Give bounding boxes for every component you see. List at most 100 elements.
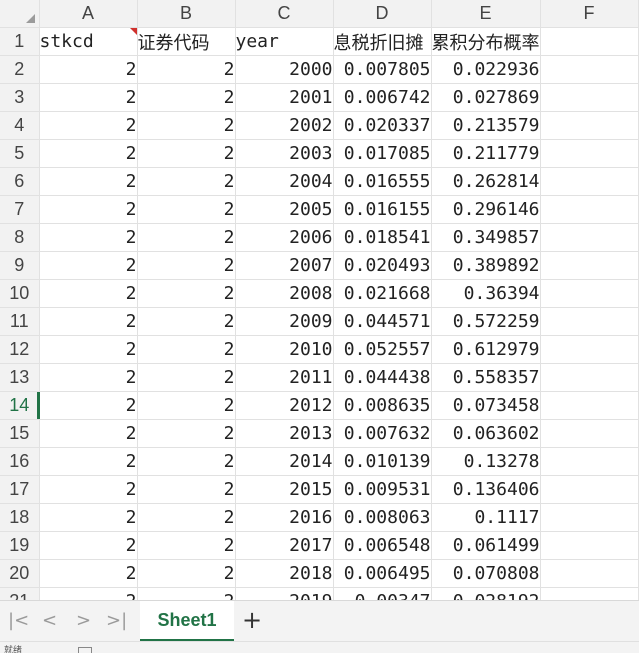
cell-d[interactable]: 0.044438	[333, 363, 432, 392]
row-header[interactable]: 10	[0, 279, 40, 308]
cell-c[interactable]: 2010	[235, 335, 334, 364]
cell-c[interactable]: 2009	[235, 307, 334, 336]
cell-b[interactable]: 2	[137, 475, 236, 504]
cell-b[interactable]: 2	[137, 531, 236, 560]
row-header[interactable]: 7	[0, 195, 40, 224]
cell-a[interactable]: 2	[39, 279, 138, 308]
cell-d[interactable]: 0.006548	[333, 531, 432, 560]
cell-f[interactable]	[540, 335, 639, 364]
cell-d[interactable]: 0.00347	[333, 587, 432, 600]
cell-a[interactable]: 2	[39, 111, 138, 140]
cell-e[interactable]: 0.211779	[431, 139, 541, 168]
cell-d[interactable]: 0.020493	[333, 251, 432, 280]
cell-f[interactable]	[540, 531, 639, 560]
cell-e[interactable]: 0.36394	[431, 279, 541, 308]
cell-f[interactable]	[540, 503, 639, 532]
cell-b[interactable]: 2	[137, 391, 236, 420]
cell-b[interactable]: 2	[137, 559, 236, 588]
cell-a[interactable]: 2	[39, 503, 138, 532]
column-header-b[interactable]: B	[137, 0, 236, 28]
cell-e[interactable]: 0.1117	[431, 503, 541, 532]
cell-e[interactable]: 0.612979	[431, 335, 541, 364]
cell-e[interactable]: 0.136406	[431, 475, 541, 504]
row-header[interactable]: 5	[0, 139, 40, 168]
cell-e[interactable]: 0.022936	[431, 55, 541, 84]
cell-f[interactable]	[540, 251, 639, 280]
cell-b[interactable]: 2	[137, 335, 236, 364]
cell-f[interactable]	[540, 363, 639, 392]
cell-a[interactable]: 2	[39, 55, 138, 84]
row-header[interactable]: 20	[0, 559, 40, 588]
row-header[interactable]: 21	[0, 587, 40, 600]
cell-b1[interactable]: 证券代码	[137, 27, 236, 56]
cell-f[interactable]	[540, 391, 639, 420]
cell-c[interactable]: 2001	[235, 83, 334, 112]
cell-b[interactable]: 2	[137, 223, 236, 252]
row-header[interactable]: 12	[0, 335, 40, 364]
cell-f[interactable]	[540, 223, 639, 252]
cell-d[interactable]: 0.006495	[333, 559, 432, 588]
next-sheet-icon[interactable]: >	[76, 610, 91, 631]
cell-e[interactable]: 0.389892	[431, 251, 541, 280]
row-header[interactable]: 9	[0, 251, 40, 280]
cell-f[interactable]	[540, 587, 639, 600]
cell-b[interactable]: 2	[137, 251, 236, 280]
row-header[interactable]: 2	[0, 55, 40, 84]
cell-e[interactable]: 0.070808	[431, 559, 541, 588]
cell-c[interactable]: 2014	[235, 447, 334, 476]
cell-d[interactable]: 0.008635	[333, 391, 432, 420]
cell-b[interactable]: 2	[137, 139, 236, 168]
cell-e[interactable]: 0.061499	[431, 531, 541, 560]
tab-sheet1[interactable]: Sheet1	[140, 601, 234, 642]
row-header[interactable]: 19	[0, 531, 40, 560]
cell-b[interactable]: 2	[137, 363, 236, 392]
row-header[interactable]: 3	[0, 83, 40, 112]
cell-a[interactable]: 2	[39, 167, 138, 196]
cell-d[interactable]: 0.018541	[333, 223, 432, 252]
row-header[interactable]: 11	[0, 307, 40, 336]
cell-c[interactable]: 2011	[235, 363, 334, 392]
row-header[interactable]: 1	[0, 27, 40, 56]
cell-a[interactable]: 2	[39, 475, 138, 504]
cell-a[interactable]: 2	[39, 363, 138, 392]
cell-d[interactable]: 0.008063	[333, 503, 432, 532]
cell-e[interactable]: 0.558357	[431, 363, 541, 392]
cell-b[interactable]: 2	[137, 307, 236, 336]
cell-e[interactable]: 0.027869	[431, 83, 541, 112]
cell-d[interactable]: 0.006742	[333, 83, 432, 112]
cell-e[interactable]: 0.572259	[431, 307, 541, 336]
cell-d[interactable]: 0.020337	[333, 111, 432, 140]
cell-a[interactable]: 2	[39, 139, 138, 168]
cell-d[interactable]: 0.017085	[333, 139, 432, 168]
cell-f[interactable]	[540, 83, 639, 112]
cell-f[interactable]	[540, 447, 639, 476]
cell-f[interactable]	[540, 279, 639, 308]
cell-c[interactable]: 2013	[235, 419, 334, 448]
cell-a1[interactable]: stkcd	[39, 27, 138, 56]
cell-f[interactable]	[540, 307, 639, 336]
cell-e[interactable]: 0.13278	[431, 447, 541, 476]
cell-c[interactable]: 2015	[235, 475, 334, 504]
cell-d[interactable]: 0.021668	[333, 279, 432, 308]
cell-c[interactable]: 2012	[235, 391, 334, 420]
cell-c[interactable]: 2019	[235, 587, 334, 600]
cell-c[interactable]: 2007	[235, 251, 334, 280]
column-header-c[interactable]: C	[235, 0, 334, 28]
row-header[interactable]: 14	[0, 391, 40, 420]
cell-a[interactable]: 2	[39, 307, 138, 336]
cell-c[interactable]: 2017	[235, 531, 334, 560]
cell-d[interactable]: 0.009531	[333, 475, 432, 504]
cell-c[interactable]: 2000	[235, 55, 334, 84]
cell-f[interactable]	[540, 559, 639, 588]
cell-f1[interactable]	[540, 27, 639, 56]
cell-a[interactable]: 2	[39, 223, 138, 252]
row-header[interactable]: 17	[0, 475, 40, 504]
cell-d[interactable]: 0.044571	[333, 307, 432, 336]
cell-c[interactable]: 2004	[235, 167, 334, 196]
column-header-e[interactable]: E	[431, 0, 541, 28]
cell-e[interactable]: 0.063602	[431, 419, 541, 448]
cell-a[interactable]: 2	[39, 447, 138, 476]
cell-e[interactable]: 0.073458	[431, 391, 541, 420]
cell-a[interactable]: 2	[39, 419, 138, 448]
cell-f[interactable]	[540, 55, 639, 84]
